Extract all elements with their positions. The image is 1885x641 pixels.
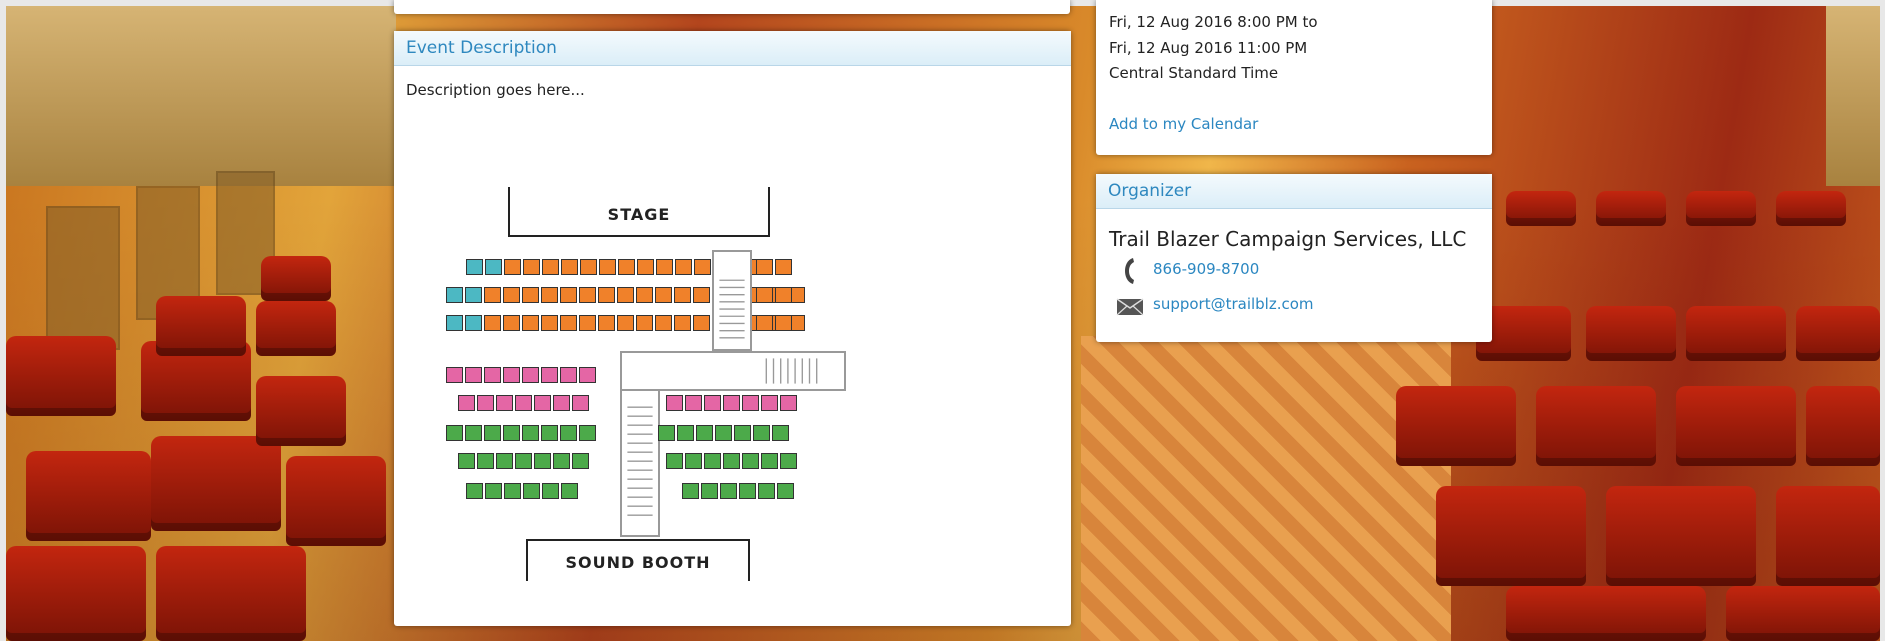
seating-chart: STAGE SOUND BOOTH [446,187,850,587]
header-strip-card [394,0,1070,14]
seat-row [458,395,589,411]
seat-row [466,483,578,499]
seat-row [682,483,794,499]
organizer-email-link[interactable]: support@trailblz.com [1153,295,1314,313]
add-to-calendar-link[interactable]: Add to my Calendar [1109,115,1258,133]
event-description-text: Description goes here... [406,81,585,99]
organizer-phone-link[interactable]: 866-909-8700 [1153,260,1259,278]
phone-icon [1125,258,1134,284]
event-timezone: Central Standard Time [1109,64,1279,82]
seat-row [756,315,792,331]
event-description-header: Event Description [394,31,1071,66]
event-end-time: Fri, 12 Aug 2016 11:00 PM [1109,39,1308,57]
event-start-time: Fri, 12 Aug 2016 8:00 PM to [1109,13,1318,31]
seat-row [446,367,596,383]
seat-row [658,425,789,441]
seat-row [756,287,792,303]
event-time-card: Fri, 12 Aug 2016 8:00 PM to Fri, 12 Aug … [1096,0,1492,155]
seat-row [458,453,589,469]
stairs-lower [620,389,660,537]
cross-aisle [620,351,846,391]
organizer-header: Organizer [1096,174,1492,209]
seat-row [446,425,596,441]
stairs-upper [712,250,752,351]
seat-row [666,395,797,411]
organizer-name: Trail Blazer Campaign Services, LLC [1109,227,1467,251]
sound-booth-label: SOUND BOOTH [565,553,711,572]
organizer-card: Organizer Trail Blazer Campaign Services… [1096,174,1492,342]
stage-label: STAGE [607,205,671,224]
seat-row [756,259,792,275]
email-icon [1116,298,1144,316]
seat-row [666,453,797,469]
event-description-card: Event Description Description goes here.… [394,31,1071,626]
